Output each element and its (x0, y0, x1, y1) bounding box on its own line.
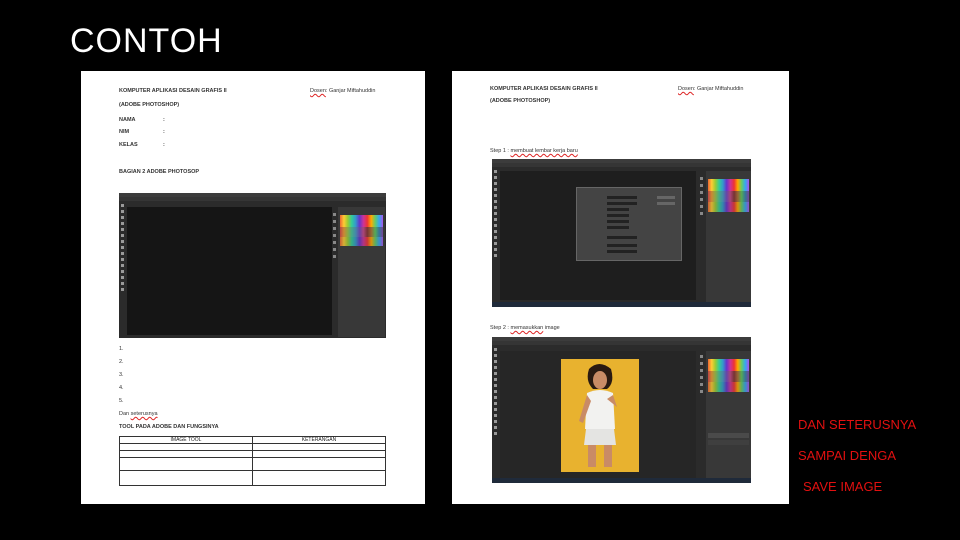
note-dan-seterusnya: DAN SETERUSNYA (798, 417, 917, 432)
header-right: Dosen: Ganjar Miftahuddin (310, 88, 375, 94)
ps-panel-icons (700, 177, 704, 219)
step2-text: memasukkan (510, 325, 544, 331)
table-title: TOOL PADA ADOBE DAN FUNGSINYA (119, 424, 219, 430)
ps-swatches (708, 179, 749, 191)
ps-swatches-row (340, 237, 383, 246)
subheader: (ADOBE PHOTOSHOP) (490, 98, 551, 104)
step2-prefix: Step 2 : (490, 325, 509, 331)
table-row (119, 457, 386, 471)
ps-swatches (708, 359, 749, 371)
ps-swatches-row (708, 371, 749, 382)
ps-panel-icons (700, 355, 704, 397)
windows-taskbar (492, 478, 751, 483)
table-header-image-tool: IMAGE TOOL (119, 436, 253, 444)
list-number: 2. (119, 359, 124, 365)
ps-options-bar (492, 341, 751, 345)
step2-line: Step 2 : memasukkan image (490, 325, 560, 331)
photoshop-screenshot-3 (492, 337, 751, 483)
tool-table: IMAGE TOOL KETERANGAN (119, 436, 386, 486)
ps-options-bar (492, 163, 751, 167)
document-page-1: KOMPUTER APLIKASI DESAIN GRAFIS II Dosen… (81, 71, 425, 504)
header-left: KOMPUTER APLIKASI DESAIN GRAFIS II (119, 88, 227, 94)
ps-layer-row (708, 433, 749, 438)
table-header-row: IMAGE TOOL KETERANGAN (119, 436, 386, 444)
list-number: 4. (119, 385, 124, 391)
field-nama-label: NAMA (119, 117, 136, 123)
dosen-label: Dosen (310, 88, 326, 94)
header-right: Dosen: Ganjar Miftahuddin (678, 86, 743, 92)
ps-canvas (127, 207, 332, 335)
table-row (119, 450, 386, 458)
dan-prefix: Dan (119, 411, 130, 417)
ps-swatches-row (708, 191, 749, 202)
field-nim-sep: : (163, 129, 165, 135)
section-title: BAGIAN 2 ADOBE PHOTOSOP (119, 169, 200, 175)
header-left: KOMPUTER APLIKASI DESAIN GRAFIS II (490, 86, 598, 92)
ps-toolbar (493, 346, 498, 481)
table-header-keterangan: KETERANGAN (252, 436, 386, 444)
ps-swatches (340, 215, 383, 227)
slide-title: CONTOH (70, 22, 223, 60)
list-number: 1. (119, 346, 124, 352)
dosen-label: Dosen (678, 86, 694, 92)
note-save-image: SAVE IMAGE (803, 479, 883, 494)
ps-swatches-row (708, 202, 749, 212)
woman-figure (579, 364, 617, 467)
list-number: 3. (119, 372, 124, 378)
portrait-photo (561, 359, 639, 472)
document-page-2: KOMPUTER APLIKASI DESAIN GRAFIS II Dosen… (452, 71, 789, 504)
ps-toolbar (120, 202, 125, 336)
step1-prefix: Step 1 : (490, 148, 509, 154)
field-kelas-label: KELAS (119, 142, 138, 148)
new-document-dialog (576, 187, 682, 261)
field-nama-sep: : (163, 117, 165, 123)
windows-taskbar (492, 302, 751, 307)
ps-swatches-row (340, 227, 383, 237)
list-number: 5. (119, 398, 124, 404)
dan-seterusnya-line: Dan seterusnya (119, 411, 158, 417)
note-sampai-denga: SAMPAI DENGA (798, 448, 897, 463)
dosen-name: : Ganjar Miftahuddin (693, 86, 744, 92)
photoshop-screenshot-1 (119, 193, 386, 338)
table-row (119, 443, 386, 451)
field-kelas-sep: : (163, 142, 165, 148)
dosen-name: : Ganjar Miftahuddin (325, 88, 376, 94)
ps-toolbar (493, 168, 498, 305)
subheader: (ADOBE PHOTOSHOP) (119, 102, 180, 108)
ps-panel-icons (333, 213, 337, 262)
step1-text: membuat lembar kerja baru (510, 148, 578, 154)
ps-swatches-row (708, 382, 749, 392)
step1-line: Step 1 : membuat lembar kerja baru (490, 148, 578, 154)
table-row (119, 470, 386, 486)
field-nim-label: NIM (119, 129, 130, 135)
ps-layer-row (708, 440, 749, 445)
step2-suffix: image (544, 325, 560, 331)
dan-word: seterusnya (130, 411, 158, 417)
photoshop-screenshot-2 (492, 159, 751, 307)
ps-options-bar (119, 197, 386, 201)
